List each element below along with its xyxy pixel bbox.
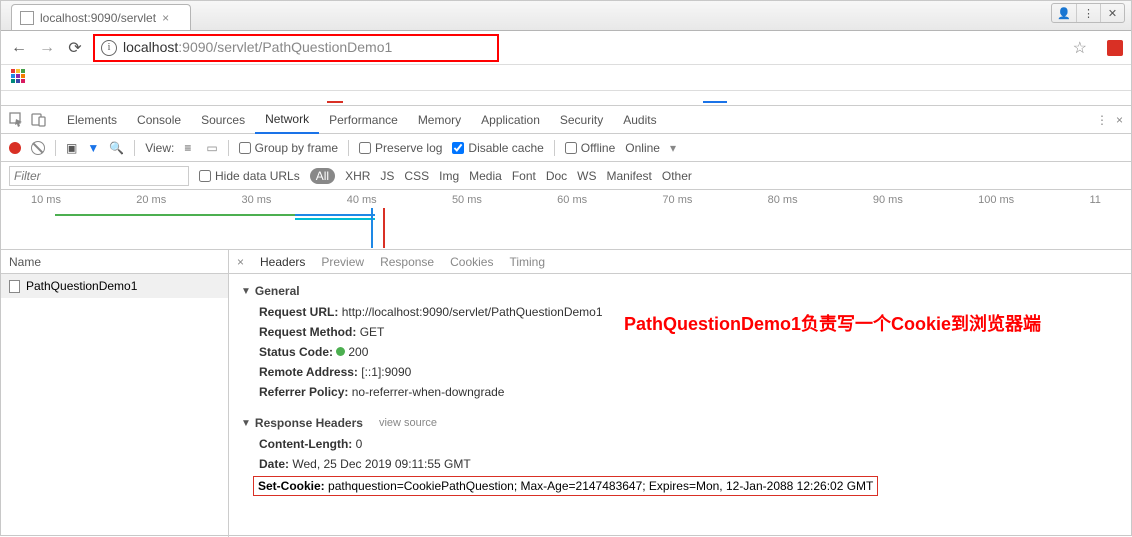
back-button[interactable]: ← bbox=[9, 38, 29, 58]
detail-tab-preview[interactable]: Preview bbox=[321, 255, 364, 269]
detail-tabs: × Headers Preview Response Cookies Timin… bbox=[229, 250, 1131, 274]
tab-memory[interactable]: Memory bbox=[408, 106, 471, 134]
filter-input[interactable] bbox=[9, 166, 189, 186]
tab-elements[interactable]: Elements bbox=[57, 106, 127, 134]
remote-address-row: Remote Address: [::1]:9090 bbox=[241, 362, 1119, 382]
preserve-log-checkbox[interactable]: Preserve log bbox=[359, 141, 442, 155]
filter-type-media[interactable]: Media bbox=[469, 169, 502, 183]
browser-tab[interactable]: localhost:9090/servlet × bbox=[11, 4, 191, 30]
screenshot-icon[interactable]: ▣ bbox=[66, 141, 77, 155]
network-toolbar: ▣ ▼ 🔍 View: ▭ Group by frame Preserve lo… bbox=[1, 134, 1131, 162]
status-code-row: Status Code: 200 bbox=[241, 342, 1119, 362]
view-label: View: bbox=[145, 141, 174, 155]
set-cookie-row: Set-Cookie: pathquestion=CookiePathQuest… bbox=[253, 476, 878, 496]
inspect-element-icon[interactable] bbox=[9, 112, 25, 128]
url-text: localhost:9090/servlet/PathQuestionDemo1 bbox=[123, 39, 392, 57]
tab-close-icon[interactable]: × bbox=[162, 11, 169, 25]
headers-section: ▼General Request URL: http://localhost:9… bbox=[229, 274, 1131, 502]
filter-toggle-icon[interactable]: ▼ bbox=[87, 141, 99, 155]
filter-type-other[interactable]: Other bbox=[662, 169, 692, 183]
request-name: PathQuestionDemo1 bbox=[26, 279, 137, 293]
address-row: ← → ⟳ i localhost:9090/servlet/PathQuest… bbox=[1, 31, 1131, 65]
window-close-icon[interactable]: ✕ bbox=[1100, 4, 1124, 22]
large-rows-icon[interactable] bbox=[184, 141, 196, 155]
address-bar[interactable]: i localhost:9090/servlet/PathQuestionDem… bbox=[93, 34, 499, 62]
address-remainder bbox=[507, 35, 1065, 61]
detail-tab-response[interactable]: Response bbox=[380, 255, 434, 269]
page-content bbox=[1, 91, 1131, 105]
tab-application[interactable]: Application bbox=[471, 106, 550, 134]
devtools-panel: Elements Console Sources Network Perform… bbox=[1, 105, 1131, 537]
reload-button[interactable]: ⟳ bbox=[65, 38, 85, 58]
tab-console[interactable]: Console bbox=[127, 106, 191, 134]
detail-tab-headers[interactable]: Headers bbox=[260, 255, 305, 269]
device-toggle-icon[interactable] bbox=[31, 112, 47, 128]
group-by-frame-checkbox[interactable]: Group by frame bbox=[239, 141, 338, 155]
request-list: Name PathQuestionDemo1 bbox=[1, 250, 229, 537]
content-length-row: Content-Length: 0 bbox=[241, 434, 1119, 454]
tab-sources[interactable]: Sources bbox=[191, 106, 255, 134]
filter-type-doc[interactable]: Doc bbox=[546, 169, 567, 183]
disable-cache-checkbox[interactable]: Disable cache bbox=[452, 141, 543, 155]
filter-type-js[interactable]: JS bbox=[380, 169, 394, 183]
extension-shield-icon[interactable] bbox=[1107, 40, 1123, 56]
tab-audits[interactable]: Audits bbox=[613, 106, 666, 134]
timeline[interactable]: 10 ms 20 ms 30 ms 40 ms 50 ms 60 ms 70 m… bbox=[1, 190, 1131, 250]
filter-type-ws[interactable]: WS bbox=[577, 169, 596, 183]
search-icon[interactable]: 🔍 bbox=[109, 141, 124, 155]
filter-type-css[interactable]: CSS bbox=[404, 169, 429, 183]
network-split: Name PathQuestionDemo1 × Headers Preview… bbox=[1, 250, 1131, 537]
response-headers-group[interactable]: ▼Response Headersview source bbox=[241, 412, 1119, 434]
request-detail: × Headers Preview Response Cookies Timin… bbox=[229, 250, 1131, 537]
detail-tab-cookies[interactable]: Cookies bbox=[450, 255, 493, 269]
filter-type-xhr[interactable]: XHR bbox=[345, 169, 370, 183]
devtools-close-icon[interactable]: × bbox=[1116, 113, 1123, 127]
column-name-header[interactable]: Name bbox=[1, 250, 228, 274]
online-label[interactable]: Online bbox=[625, 141, 660, 155]
request-row[interactable]: PathQuestionDemo1 bbox=[1, 274, 228, 298]
view-source-link[interactable]: view source bbox=[379, 417, 437, 429]
annotation-text: PathQuestionDemo1负责写一个Cookie到浏览器端 bbox=[624, 310, 1041, 336]
site-info-icon[interactable]: i bbox=[101, 40, 117, 56]
throttling-dropdown-icon[interactable]: ▾ bbox=[670, 141, 676, 155]
filter-type-manifest[interactable]: Manifest bbox=[607, 169, 652, 183]
bookmark-star-icon[interactable]: ☆ bbox=[1073, 38, 1087, 58]
apps-icon[interactable] bbox=[11, 69, 25, 83]
record-button[interactable] bbox=[9, 142, 21, 154]
tab-network[interactable]: Network bbox=[255, 106, 319, 134]
tab-favicon-icon bbox=[20, 11, 34, 25]
tab-security[interactable]: Security bbox=[550, 106, 613, 134]
detail-close-icon[interactable]: × bbox=[237, 255, 244, 269]
clear-button[interactable] bbox=[31, 141, 45, 155]
bookmarks-bar bbox=[1, 65, 1131, 91]
window-more-icon[interactable]: ⋮ bbox=[1076, 4, 1100, 22]
forward-button[interactable]: → bbox=[37, 38, 57, 58]
tab-performance[interactable]: Performance bbox=[319, 106, 408, 134]
date-row: Date: Wed, 25 Dec 2019 09:11:55 GMT bbox=[241, 454, 1119, 474]
window-controls: 👤 ⋮ ✕ bbox=[1051, 3, 1125, 23]
filter-type-img[interactable]: Img bbox=[439, 169, 459, 183]
referrer-policy-row: Referrer Policy: no-referrer-when-downgr… bbox=[241, 382, 1119, 402]
waterfall-icon[interactable]: ▭ bbox=[206, 141, 217, 155]
general-group[interactable]: ▼General bbox=[241, 280, 1119, 302]
devtools-menu-icon[interactable]: ⋮ bbox=[1096, 113, 1108, 127]
tab-title: localhost:9090/servlet bbox=[40, 11, 156, 25]
devtools-tabs: Elements Console Sources Network Perform… bbox=[1, 106, 1131, 134]
filter-type-font[interactable]: Font bbox=[512, 169, 536, 183]
file-icon bbox=[9, 280, 20, 293]
user-icon[interactable]: 👤 bbox=[1052, 4, 1076, 22]
offline-checkbox[interactable]: Offline bbox=[565, 141, 615, 155]
hide-data-urls-checkbox[interactable]: Hide data URLs bbox=[199, 169, 300, 183]
tab-strip: localhost:9090/servlet × bbox=[1, 1, 1131, 31]
filter-type-all[interactable]: All bbox=[310, 168, 335, 184]
filter-row: Hide data URLs All XHR JS CSS Img Media … bbox=[1, 162, 1131, 190]
detail-tab-timing[interactable]: Timing bbox=[509, 255, 545, 269]
